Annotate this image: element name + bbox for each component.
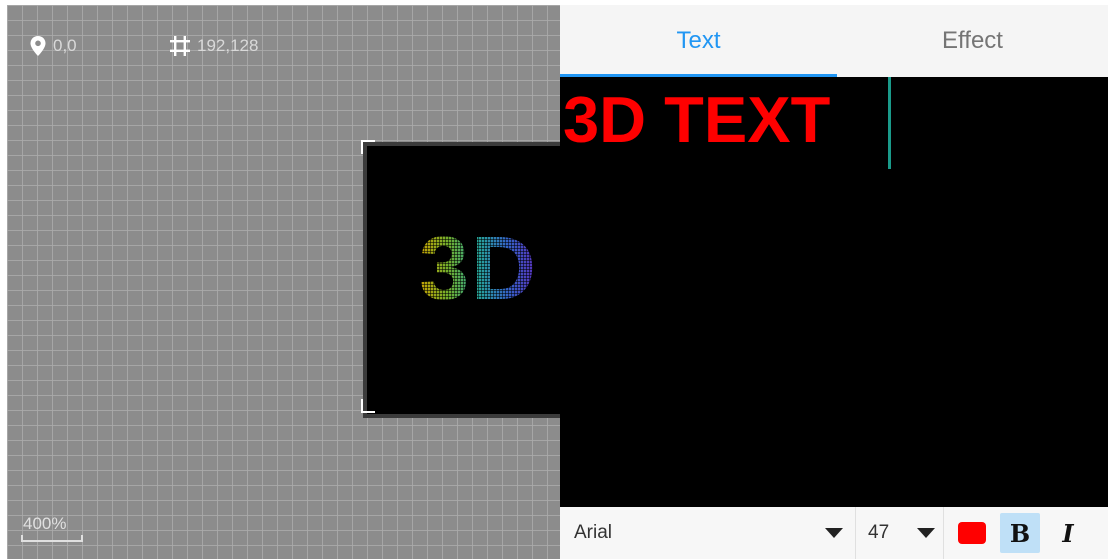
preview-text: 3D bbox=[419, 219, 539, 319]
dropdown-arrow-icon bbox=[917, 528, 935, 538]
tab-text-label: Text bbox=[676, 27, 721, 54]
zoom-level: 400% bbox=[23, 514, 67, 533]
format-toolbar: Arial 47 B I bbox=[560, 507, 1108, 559]
location-pin-icon bbox=[30, 36, 46, 56]
zoom-scale-bar bbox=[21, 535, 83, 542]
font-size-select[interactable]: 47 bbox=[856, 507, 944, 559]
text-edit-panel: Text Effect 3D TEXT Arial 47 B I bbox=[560, 5, 1108, 559]
tab-text[interactable]: Text bbox=[560, 5, 837, 77]
led-preview[interactable]: 3D bbox=[363, 142, 560, 418]
text-color-button[interactable] bbox=[944, 507, 1000, 559]
bold-button[interactable]: B bbox=[1000, 513, 1040, 553]
position-value: 0,0 bbox=[53, 36, 77, 55]
selection-handle-bottom-left[interactable] bbox=[361, 399, 375, 413]
editor-text[interactable]: 3D TEXT bbox=[563, 87, 830, 152]
selection-handle-top-left[interactable] bbox=[361, 140, 375, 154]
italic-button[interactable]: I bbox=[1040, 513, 1096, 553]
size-value: 192,128 bbox=[197, 36, 259, 55]
design-canvas[interactable]: 0,0 192,128 3D 400% bbox=[7, 5, 560, 559]
tab-bar: Text Effect bbox=[560, 5, 1108, 77]
dropdown-arrow-icon bbox=[825, 528, 843, 538]
font-family-select[interactable]: Arial bbox=[560, 507, 856, 559]
text-editor[interactable]: 3D TEXT bbox=[560, 77, 1108, 507]
tab-effect[interactable]: Effect bbox=[837, 5, 1108, 77]
tab-effect-label: Effect bbox=[942, 27, 1003, 54]
text-caret bbox=[888, 77, 891, 169]
size-readout: 192,128 bbox=[169, 35, 258, 57]
position-readout: 0,0 bbox=[29, 35, 77, 57]
font-size-value: 47 bbox=[868, 522, 890, 543]
font-family-value: Arial bbox=[574, 522, 613, 543]
color-swatch bbox=[958, 522, 986, 544]
crop-grid-icon bbox=[170, 36, 190, 56]
